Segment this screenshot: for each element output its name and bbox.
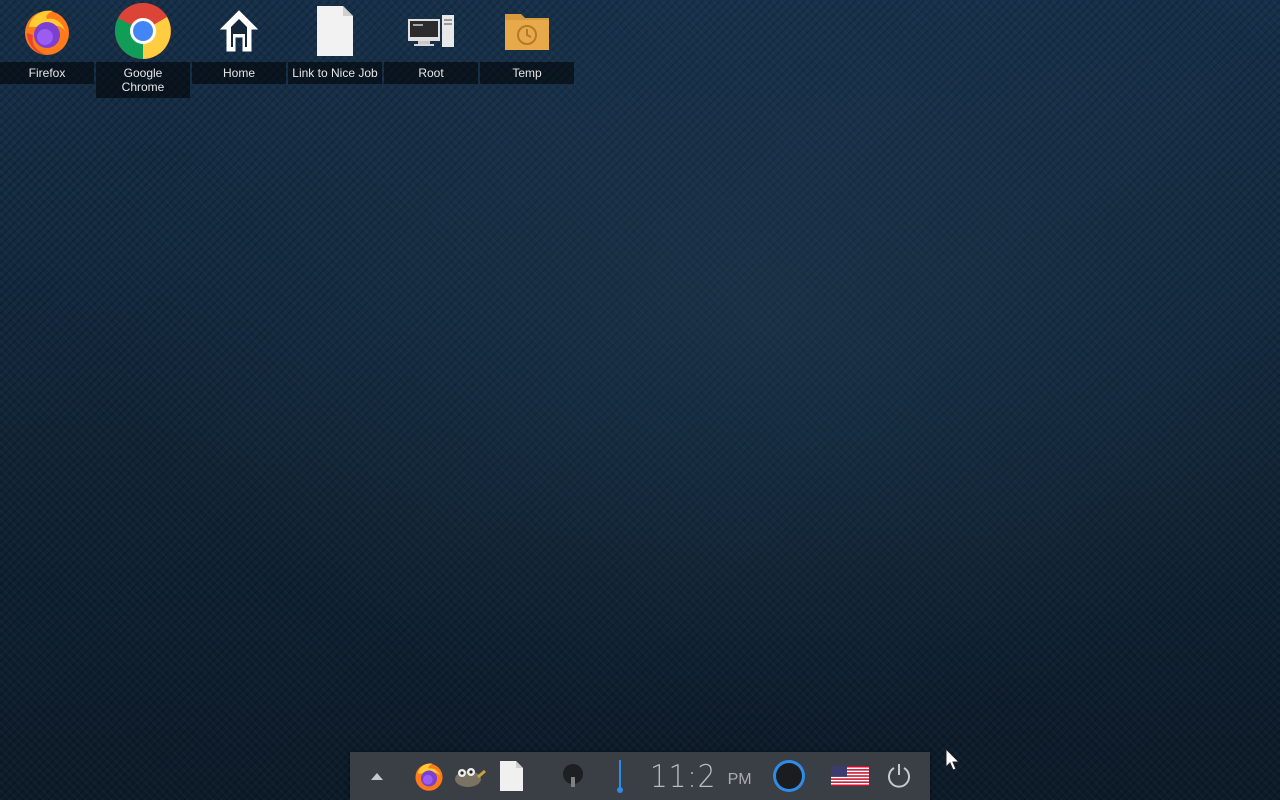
desktop-icon-home[interactable]: Home — [192, 0, 286, 84]
home-icon — [192, 0, 286, 62]
power-icon[interactable] — [884, 752, 914, 800]
desktop-icon-label: Link to Nice Job — [288, 62, 382, 84]
desktop-icon-root[interactable]: Root — [384, 0, 478, 84]
desktop-icon-google-chrome[interactable]: Google Chrome — [96, 0, 190, 98]
expand-arrow-icon[interactable] — [364, 752, 390, 800]
desktop-icon-label: Temp — [480, 62, 574, 84]
mouse-pointer — [945, 747, 961, 772]
microphone-icon[interactable] — [560, 752, 586, 800]
desktop-icon-temp[interactable]: Temp — [480, 0, 574, 84]
taskbar: 11:2 PM — [350, 752, 930, 800]
desktop-icon-firefox[interactable]: Firefox — [0, 0, 94, 84]
taskbar-firefox-icon[interactable] — [410, 752, 448, 800]
computer-icon — [384, 0, 478, 62]
desktop-icons: Firefox Google Chrome Home Link to Nice … — [0, 0, 580, 100]
clock-time: 11:2 — [650, 759, 717, 795]
volume-icon[interactable] — [612, 752, 628, 800]
taskbar-file-icon[interactable] — [492, 752, 530, 800]
desktop-icon-label: Home — [192, 62, 286, 84]
file-icon — [288, 0, 382, 62]
firefox-icon — [0, 0, 94, 62]
desktop-icon-label: Google Chrome — [96, 62, 190, 98]
chrome-icon — [96, 0, 190, 62]
clock-ampm: PM — [727, 771, 752, 788]
network-circle-icon[interactable] — [770, 752, 808, 800]
clock[interactable]: 11:2 PM — [650, 758, 752, 794]
desktop-icon-link-to-nice-job[interactable]: Link to Nice Job — [288, 0, 382, 84]
desktop-icon-label: Firefox — [0, 62, 94, 84]
us-flag-icon[interactable] — [830, 752, 870, 800]
desktop-icon-label: Root — [384, 62, 478, 84]
temp-folder-icon — [480, 0, 574, 62]
gimp-icon[interactable] — [450, 752, 488, 800]
